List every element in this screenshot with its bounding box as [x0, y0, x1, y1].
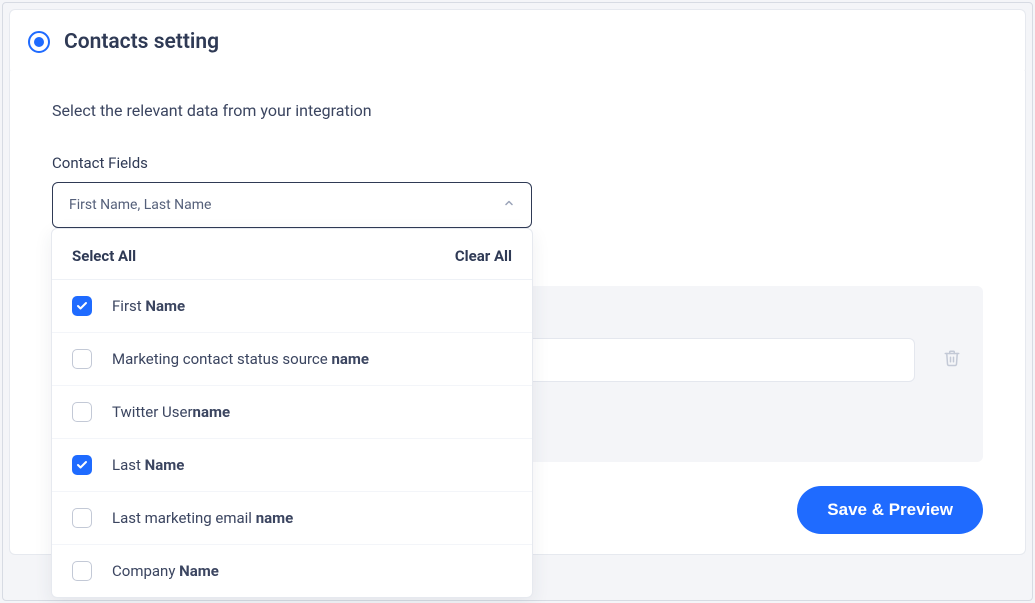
trash-icon[interactable] [943, 348, 961, 372]
contacts-setting-title: Contacts setting [64, 30, 219, 54]
contact-fields-select-value: First Name, Last Name [69, 197, 211, 213]
dropdown-option[interactable]: Company Name [52, 545, 532, 597]
chevron-up-icon [503, 197, 515, 213]
section-subtitle: Select the relevant data from your integ… [52, 101, 983, 120]
dropdown-option-label: Twitter Username [112, 403, 230, 421]
checkbox-icon [72, 455, 92, 475]
checkbox-icon [72, 402, 92, 422]
contact-fields-dropdown: Select All Clear All First Name Marketing… [51, 228, 533, 598]
contacts-setting-header[interactable]: Contacts setting [9, 9, 1026, 75]
dropdown-header: Select All Clear All [52, 229, 532, 280]
checkbox-icon [72, 561, 92, 581]
dropdown-option-label: Marketing contact status source name [112, 350, 369, 368]
select-all-button[interactable]: Select All [72, 247, 136, 265]
filter-value-input[interactable]: lue [495, 338, 915, 382]
contact-fields-label: Contact Fields [52, 154, 983, 172]
dropdown-option-label: First Name [112, 297, 185, 315]
checkbox-icon [72, 508, 92, 528]
checkbox-icon [72, 296, 92, 316]
dropdown-option[interactable]: Last marketing email name [52, 492, 532, 545]
dropdown-option-label: Last Name [112, 456, 184, 474]
dropdown-option[interactable]: First Name [52, 280, 532, 333]
dropdown-option[interactable]: Last Name [52, 439, 532, 492]
dropdown-option-label: Last marketing email name [112, 509, 293, 527]
clear-all-button[interactable]: Clear All [455, 247, 512, 265]
save-preview-button[interactable]: Save & Preview [797, 486, 983, 534]
radio-selected-icon [28, 31, 50, 53]
checkbox-icon [72, 349, 92, 369]
dropdown-option[interactable]: Twitter Username [52, 386, 532, 439]
dropdown-option-label: Company Name [112, 562, 219, 580]
dropdown-option[interactable]: Marketing contact status source name [52, 333, 532, 386]
contact-fields-select[interactable]: First Name, Last Name [52, 182, 532, 228]
